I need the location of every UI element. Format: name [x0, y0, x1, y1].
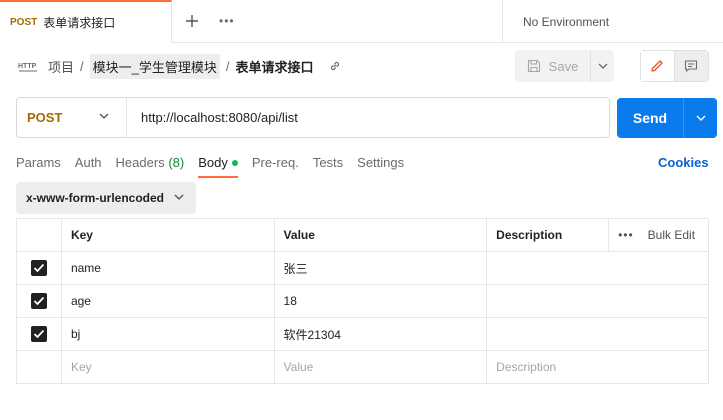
tab-label: Headers [115, 155, 165, 170]
more-options-button[interactable]: ••• [618, 228, 634, 242]
link-icon[interactable] [328, 59, 342, 73]
tab-label: Settings [357, 155, 405, 170]
row-checkbox-cell [16, 251, 62, 285]
tab-bar: POST 表单请求接口 ••• No Environment [0, 0, 723, 43]
table-row: name 张三 [16, 251, 709, 285]
breadcrumb-separator: / [80, 58, 84, 74]
tab-params[interactable]: Params [16, 150, 61, 178]
breadcrumb-separator: / [225, 58, 230, 74]
send-group: Send [617, 98, 717, 138]
environment-selector[interactable]: No Environment [502, 0, 723, 43]
tab-pre-request[interactable]: Pre-req. [252, 150, 299, 178]
comment-mode-button[interactable] [674, 51, 708, 81]
save-button[interactable]: Save [515, 50, 591, 82]
svg-text:HTTP: HTTP [18, 63, 37, 70]
table-row: bj 软件21304 [16, 317, 709, 351]
row-description[interactable] [486, 284, 709, 318]
view-mode-toggle [640, 50, 709, 82]
table-row-empty: Key Value Description [16, 350, 709, 384]
tab-tests[interactable]: Tests [313, 150, 343, 178]
save-dropdown-button[interactable] [591, 50, 614, 82]
url-bar: POST [16, 97, 610, 138]
row-value[interactable]: 18 [273, 284, 488, 318]
save-label: Save [548, 58, 579, 74]
row-value[interactable]: 张三 [273, 251, 488, 285]
edit-pencil-icon [651, 60, 663, 72]
form-params-table: Key Value Description ••• Bulk Edit name… [16, 218, 709, 384]
save-group: Save [515, 50, 614, 82]
tab-method-label: POST [10, 17, 38, 28]
row-description[interactable] [486, 251, 709, 285]
environment-label: No Environment [523, 14, 610, 29]
cookies-link[interactable]: Cookies [658, 155, 709, 170]
body-type-select[interactable]: x-www-form-urlencoded [16, 182, 196, 214]
tab-label: Pre-req. [251, 155, 299, 170]
chevron-down-icon [174, 194, 184, 200]
request-tab[interactable]: POST 表单请求接口 [0, 0, 172, 43]
tab-more-button[interactable]: ••• [219, 14, 235, 28]
breadcrumb-folder[interactable]: 模块一_学生管理模块 [89, 53, 220, 79]
header-actions: ••• Bulk Edit [608, 218, 709, 252]
tab-title: 表单请求接口 [43, 16, 116, 30]
body-status-dot [231, 159, 238, 166]
http-icon: HTTP [18, 63, 37, 72]
checkbox-checked-icon[interactable] [30, 326, 47, 342]
header-value: Value [273, 218, 488, 252]
description-placeholder[interactable]: Description [486, 350, 709, 384]
tab-label: Auth [74, 155, 102, 170]
row-description[interactable] [486, 317, 709, 351]
breadcrumb-current[interactable]: 表单请求接口 [236, 57, 314, 76]
row-key[interactable]: age [60, 284, 275, 318]
key-placeholder[interactable]: Key [60, 350, 275, 384]
tab-label: Body [198, 155, 228, 170]
row-key[interactable]: name [60, 251, 275, 285]
row-value[interactable]: 软件21304 [273, 317, 488, 351]
breadcrumb-project[interactable]: 项目 [48, 57, 74, 76]
chevron-down-icon [696, 115, 705, 121]
bulk-edit-button[interactable]: Bulk Edit [648, 228, 695, 242]
body-type-value: x-www-form-urlencoded [26, 191, 165, 205]
header-key: Key [60, 218, 275, 252]
row-checkbox-cell [16, 350, 62, 384]
send-dropdown-button[interactable] [684, 98, 717, 138]
tab-label: Tests [312, 155, 344, 170]
table-header-row: Key Value Description ••• Bulk Edit [16, 218, 709, 252]
checkbox-checked-icon[interactable] [30, 293, 47, 309]
tab-headers[interactable]: Headers (8) [116, 150, 185, 178]
tab-auth[interactable]: Auth [75, 150, 102, 178]
header-checkbox-cell [16, 218, 62, 252]
row-checkbox-cell [16, 317, 62, 351]
chevron-down-icon [598, 63, 607, 69]
row-checkbox-cell [16, 284, 62, 318]
breadcrumb: HTTP 项目 / 模块一_学生管理模块 / 表单请求接口 [18, 52, 342, 80]
save-icon [527, 59, 540, 73]
tab-body[interactable]: Body [198, 150, 238, 178]
header-description: Description [486, 218, 610, 252]
request-tabs: Params Auth Headers (8) Body Pre-req. Te… [16, 150, 418, 178]
edit-mode-button[interactable] [641, 51, 675, 81]
checkbox-checked-icon[interactable] [30, 260, 47, 276]
row-key[interactable]: bj [60, 317, 275, 351]
chevron-down-icon [99, 113, 109, 119]
table-row: age 18 [16, 284, 709, 318]
headers-count: (8) [168, 155, 185, 170]
method-value: POST [27, 110, 63, 125]
send-button[interactable]: Send [617, 98, 684, 138]
value-placeholder[interactable]: Value [273, 350, 488, 384]
url-input[interactable] [127, 98, 609, 137]
tab-settings[interactable]: Settings [357, 150, 404, 178]
method-select[interactable]: POST [17, 98, 127, 137]
comment-icon [685, 60, 698, 73]
plus-icon[interactable] [183, 12, 201, 30]
tab-label: Params [16, 155, 61, 170]
